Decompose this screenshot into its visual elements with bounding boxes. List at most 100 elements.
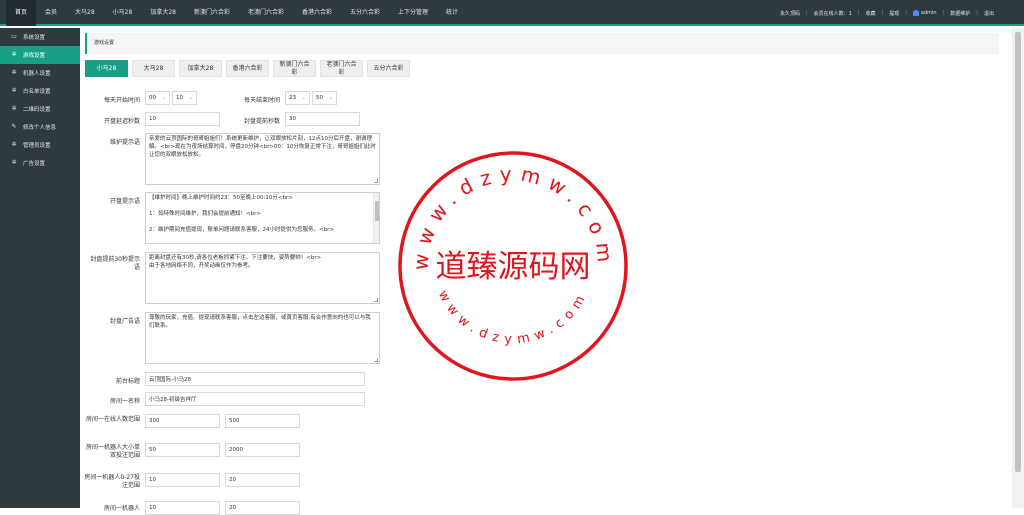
topnav-item-5[interactable]: 新澳门六合彩 xyxy=(185,0,239,26)
sidebar-item-label: 系统设置 xyxy=(23,35,46,41)
open-minute-select[interactable]: 10 ⌄ xyxy=(172,91,197,105)
top-right-links: 永久顶码 | 会员在线人数：1 | 收藏 | 提现 | admin | 数据维护… xyxy=(779,10,994,17)
close-minute-select[interactable]: 50 ⌄ xyxy=(312,91,337,105)
sidebar-item-label: 二维码设置 xyxy=(23,107,51,113)
permanent-code-link[interactable]: 永久顶码 xyxy=(780,10,800,17)
topnav-item-1[interactable]: 会员 xyxy=(36,0,66,26)
chevron-down-icon: ⌄ xyxy=(161,95,166,101)
stamp-name: 道臻源码网 xyxy=(436,249,591,285)
user-icon xyxy=(912,10,919,16)
sidebar-item-1[interactable]: ✲ 游戏设置 xyxy=(0,46,80,64)
chevron-down-icon: ⌄ xyxy=(188,95,193,101)
game-tab-0[interactable]: 小马28 xyxy=(85,60,128,77)
gear-icon: ✲ xyxy=(11,159,17,166)
room1-input[interactable]: 小马28-初级吉祥厅 xyxy=(145,392,365,406)
robot-027-min-input[interactable]: 10 xyxy=(145,473,220,487)
platform-label: 前台标题 xyxy=(115,378,140,385)
sidebar-item-label: 白名单设置 xyxy=(23,89,51,95)
topnav-item-8[interactable]: 五分六合彩 xyxy=(341,0,389,26)
user-menu[interactable]: admin xyxy=(912,10,937,16)
page-scrollbar[interactable] xyxy=(1012,28,1024,508)
topnav-item-7[interactable]: 香港六合彩 xyxy=(293,0,341,26)
maintenance-textarea[interactable]: 亲爱的云顶国际的哥哥姐姐们！系统更新维护，让双眼放松片刻，12点10分后开盘，谢… xyxy=(145,133,380,185)
open-time-label: 每天开始时间 xyxy=(103,97,140,104)
delay-label: 开盘延迟秒数 xyxy=(103,118,140,125)
sidebar-item-label: 机器人设置 xyxy=(23,71,51,77)
sidebar-item-7[interactable]: ✲ 广告设置 xyxy=(0,154,80,172)
scrollbar-thumb[interactable] xyxy=(1015,32,1021,472)
game-tab-2[interactable]: 加拿大28 xyxy=(179,60,222,77)
pre-close-label: 封盘提前30秒提示语 xyxy=(90,256,140,271)
top-navbar: 首页 会员 大马28 小马28 加拿大28 新澳门六合彩 老澳门六合彩 香港六合彩 五分六合彩上… xyxy=(0,0,1024,26)
topnav-item-0[interactable]: 首页 xyxy=(6,0,37,26)
sidebar-item-label: 游戏设置 xyxy=(23,53,46,59)
svg-text:www.dzymw.com: www.dzymw.com xyxy=(435,288,591,347)
sidebar: ▭ 系统设置 ✲ 游戏设置 ✲ 机器人设置 ✲ 白名单设置 ✲ 二维码设置 ✎ 修改个人信息 ✲ 管理员设… xyxy=(0,28,80,508)
resize-grip-icon xyxy=(374,298,378,302)
pencil-icon: ✎ xyxy=(11,123,17,130)
close-hour-select[interactable]: 23 ⌄ xyxy=(285,91,310,105)
close-ahead-input[interactable]: 30 xyxy=(285,112,360,126)
sidebar-item-0[interactable]: ▭ 系统设置 xyxy=(0,28,80,46)
game-tab-3[interactable]: 香港六合彩 xyxy=(226,60,269,77)
top-nav: 首页 会员 大马28 小马28 加拿大28 新澳门六合彩 老澳门六合彩 香港六合彩 五分六合彩上… xyxy=(6,0,467,26)
delay-input[interactable]: 10 xyxy=(145,112,220,126)
username: admin xyxy=(920,10,937,16)
data-maintenance-link[interactable]: 数据维护 xyxy=(950,10,970,17)
open-tip-label: 开盘提示语 xyxy=(109,198,140,205)
game-tab-6[interactable]: 五分六合彩 xyxy=(367,60,410,77)
gear-icon: ✲ xyxy=(11,87,17,94)
topnav-item-10[interactable]: 统计 xyxy=(437,0,467,26)
game-tab-1[interactable]: 大马28 xyxy=(132,60,175,77)
textarea-scrollbar xyxy=(373,193,379,243)
pre-close-textarea[interactable]: 距离封盘还有30秒,请各位老板抓紧下注。下注要快，姿势要帅！<br> 由于各地网… xyxy=(145,252,380,304)
robot-027-max-input[interactable]: 20 xyxy=(225,473,300,487)
close-ad-label: 封盘广告语 xyxy=(109,318,140,325)
online-members-count: 会员在线人数：1 xyxy=(813,10,852,17)
favorites-link[interactable]: 收藏 xyxy=(866,10,876,17)
breadcrumb: 游戏设置 xyxy=(85,33,999,54)
chevron-down-icon: ⌄ xyxy=(328,95,333,101)
robot-next-min-input[interactable]: 10 xyxy=(145,501,220,515)
sidebar-item-label: 修改个人信息 xyxy=(23,125,57,131)
close-time-label: 每天结束时间 xyxy=(243,97,280,104)
game-tab-5[interactable]: 老澳门六合 彩 xyxy=(320,60,363,77)
sidebar-item-6[interactable]: ✲ 管理员设置 xyxy=(0,136,80,154)
sidebar-item-2[interactable]: ✲ 机器人设置 xyxy=(0,64,80,82)
robot-bs-max-input[interactable]: 2000 xyxy=(225,443,300,457)
robot-027-label: 房间一机器人0-27投注范围 xyxy=(84,474,140,489)
resize-grip-icon xyxy=(374,358,378,362)
game-tabs: 小马28 大马28 加拿大28 香港六合彩 新澳门六合 彩老澳门六合 彩五分六合彩 xyxy=(85,60,410,77)
open-tip-textarea[interactable]: 【维护时间】晚上维护时间约23：50至晚上00:10分<br> 1：如特殊时间维… xyxy=(145,192,380,244)
resize-grip-icon xyxy=(374,179,378,183)
chevron-down-icon: ⌄ xyxy=(301,95,306,101)
monitor-icon: ▭ xyxy=(11,33,17,40)
game-tab-4[interactable]: 新澳门六合 彩 xyxy=(273,60,316,77)
maintenance-label: 维护提示语 xyxy=(109,139,140,146)
close-ahead-label: 封盘提前秒数 xyxy=(243,118,280,125)
gear-icon: ✲ xyxy=(11,69,17,76)
topnav-item-4[interactable]: 加拿大28 xyxy=(141,0,185,26)
stamp-site-bottom: www.dzymw.com xyxy=(435,288,585,347)
topnav-item-6[interactable]: 老澳门六合彩 xyxy=(239,0,293,26)
close-ad-textarea[interactable]: 尊敬的玩家，充值、提现请联系客服，点击左边客服，或首页客服,有合作意向的也可以与… xyxy=(145,312,380,364)
sidebar-item-label: 广告设置 xyxy=(23,161,46,167)
robot-next-max-input[interactable]: 20 xyxy=(225,501,300,515)
topnav-item-3[interactable]: 小马28 xyxy=(104,0,142,26)
robot-bs-min-input[interactable]: 50 xyxy=(145,443,220,457)
online-max-input[interactable]: 500 xyxy=(225,414,300,428)
sidebar-item-3[interactable]: ✲ 白名单设置 xyxy=(0,82,80,100)
gear-icon: ✲ xyxy=(11,51,17,58)
gear-icon: ✲ xyxy=(11,141,17,148)
open-hour-select[interactable]: 00 ⌄ xyxy=(145,91,170,105)
online-min-input[interactable]: 300 xyxy=(145,414,220,428)
topnav-item-2[interactable]: 大马28 xyxy=(66,0,104,26)
room1-label: 房间一名称 xyxy=(109,398,140,405)
withdraw-link[interactable]: 提现 xyxy=(889,10,899,17)
logout-link[interactable]: 退出 xyxy=(984,10,994,17)
online-range-label: 房间一在线人数范围 xyxy=(86,416,141,423)
sidebar-item-5[interactable]: ✎ 修改个人信息 xyxy=(0,118,80,136)
topnav-item-9[interactable]: 上下分管理 xyxy=(389,0,437,26)
sidebar-item-4[interactable]: ✲ 二维码设置 xyxy=(0,100,80,118)
platform-input[interactable]: 云顶国际-小马28 xyxy=(145,372,365,386)
